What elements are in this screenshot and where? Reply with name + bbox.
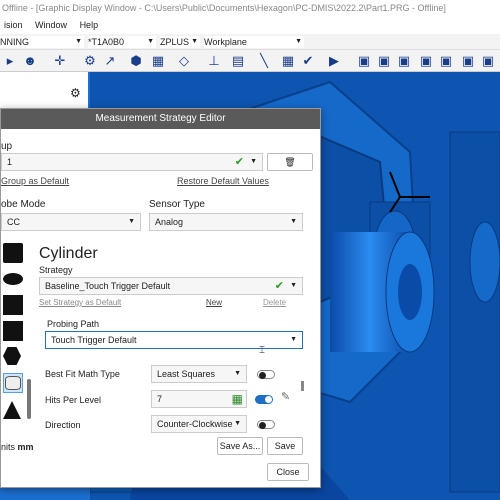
hits-per-level-input[interactable]: 7 ▦ — [151, 390, 247, 408]
sensor-type-label: Sensor Type — [149, 199, 205, 210]
chevron-down-icon: ▼ — [290, 218, 297, 225]
plane-combo[interactable]: ZPLUS ▼ — [160, 36, 200, 48]
check-icon[interactable]: ✔ — [300, 53, 316, 69]
set-group-default-link[interactable]: Group as Default — [1, 176, 69, 186]
camera-icon[interactable]: ▣ — [356, 53, 372, 69]
line-icon[interactable]: ╲ — [256, 53, 272, 69]
camera7-icon[interactable]: ▣ — [480, 53, 496, 69]
direction-select[interactable]: Counter-Clockwise ▼ — [151, 415, 247, 433]
menu-item-window[interactable]: Window — [35, 20, 67, 30]
new-strategy-link[interactable]: New — [206, 298, 222, 307]
cone-feature-icon[interactable] — [3, 401, 23, 421]
settings-toolbar: NNING ▼ *T1A0B0 ▼ ZPLUS ▼ Workplane ▼ — [0, 34, 500, 50]
hexagon-feature-icon[interactable] — [3, 347, 23, 367]
feature-list-scrollbar[interactable] — [27, 379, 31, 419]
strategy-label: Strategy — [39, 265, 73, 275]
snap-icon[interactable]: ◇ — [176, 53, 192, 69]
trash-icon: 🗑 — [284, 157, 296, 167]
save-button[interactable]: Save — [267, 437, 303, 455]
best-fit-toggle[interactable] — [257, 370, 275, 379]
probe-combo[interactable]: *T1A0B0 ▼ — [88, 36, 156, 48]
camera5-icon[interactable]: ▣ — [438, 53, 454, 69]
axis-icon[interactable]: ⊥ — [206, 53, 222, 69]
feature-list — [1, 241, 25, 431]
window-title: Offline - [Graphic Display Window - C:\U… — [0, 0, 500, 17]
edit-icon[interactable]: ✎ — [281, 390, 290, 403]
left-panel: ⚙ — [0, 72, 88, 110]
hits-per-level-label: Hits Per Level — [45, 395, 102, 405]
feature-title: Cylinder — [39, 245, 98, 262]
best-fit-label: Best Fit Math Type — [45, 369, 120, 379]
user-icon[interactable]: ☻ — [22, 53, 38, 69]
check-icon: ✔ — [234, 156, 244, 168]
direction-label: Direction — [45, 420, 81, 430]
circle-feature-icon[interactable] — [3, 269, 23, 289]
cylinder-feature-icon[interactable] — [3, 373, 23, 393]
restore-defaults-link[interactable]: Restore Default Values — [177, 176, 269, 186]
group-select[interactable]: 1 ✔ ▼ — [1, 153, 263, 171]
chevron-down-icon: ▼ — [234, 370, 241, 377]
camera6-icon[interactable]: ▣ — [460, 53, 476, 69]
main-toolbar: ▸ ☻ ✛ ⚙ ↗ ⬢ ▦ ◇ ⊥ ▤ ╲ ▦ ✔ ▶ ▣ ▣ ▣ ▣ ▣ ▣ … — [0, 50, 500, 72]
move-icon[interactable]: ✛ — [52, 53, 68, 69]
gear-icon[interactable]: ⚙ — [70, 86, 81, 100]
measurement-strategy-editor: Measurement Strategy Editor up 1 ✔ ▼ 🗑 G… — [0, 108, 321, 488]
grid2-icon[interactable]: ▦ — [280, 53, 296, 69]
delete-group-button[interactable]: 🗑 — [267, 153, 313, 171]
settings-icon[interactable]: ⚙ — [82, 53, 98, 69]
best-fit-select[interactable]: Least Squares ▼ — [151, 365, 247, 383]
point-feature-icon[interactable] — [3, 243, 23, 263]
probe-mode-label: obe Mode — [1, 199, 46, 210]
grid-icon[interactable]: ▦ — [150, 53, 166, 69]
close-button[interactable]: Close — [267, 463, 309, 481]
menu-bar: ision Window Help — [0, 17, 500, 34]
check-icon: ✔ — [274, 280, 284, 292]
sensor-type-select[interactable]: Analog ▼ — [149, 213, 303, 231]
delete-strategy-link[interactable]: Delete — [263, 298, 286, 307]
cylinder-icon[interactable]: ⬢ — [128, 53, 144, 69]
workplane-combo[interactable]: Workplane ▼ — [204, 36, 304, 48]
probing-path-label: Probing Path — [47, 319, 100, 329]
slot-feature-icon[interactable] — [3, 321, 23, 341]
chevron-down-icon: ▼ — [128, 218, 135, 225]
menu-item-help[interactable]: Help — [80, 20, 99, 30]
options-scrollbar[interactable] — [301, 381, 304, 391]
chevron-down-icon: ▼ — [234, 420, 241, 427]
hits-per-level-toggle[interactable] — [255, 395, 273, 404]
group-label: up — [1, 141, 13, 152]
set-strategy-default-link[interactable]: Set Strategy as Default — [39, 298, 121, 307]
plane-icon[interactable]: ▤ — [230, 53, 246, 69]
square-feature-icon[interactable] — [3, 295, 23, 315]
chevron-down-icon: ▼ — [250, 158, 257, 165]
probe-icon[interactable]: ▸ — [2, 53, 18, 69]
camera4-icon[interactable]: ▣ — [418, 53, 434, 69]
camera2-icon[interactable]: ▣ — [376, 53, 392, 69]
probe-mode-select[interactable]: CC ▼ — [1, 213, 141, 231]
mode-combo[interactable]: NNING ▼ — [0, 36, 84, 48]
mouse-cursor-icon: ⌶ — [259, 345, 265, 356]
calculator-icon[interactable]: ▦ — [232, 391, 243, 407]
chevron-down-icon: ▼ — [290, 336, 297, 343]
dialog-title: Measurement Strategy Editor — [1, 109, 320, 129]
save-as-button[interactable]: Save As... — [217, 437, 263, 455]
menu-item[interactable]: ision — [4, 20, 23, 30]
direction-toggle[interactable] — [257, 420, 275, 429]
camera3-icon[interactable]: ▣ — [396, 53, 412, 69]
play-icon[interactable]: ▶ — [326, 53, 342, 69]
strategy-select[interactable]: Baseline_Touch Trigger Default ✔ ▼ — [39, 277, 303, 295]
chevron-down-icon: ▼ — [290, 282, 297, 289]
arrow-icon[interactable]: ↗ — [102, 53, 118, 69]
units-label: nits mm — [1, 442, 34, 452]
